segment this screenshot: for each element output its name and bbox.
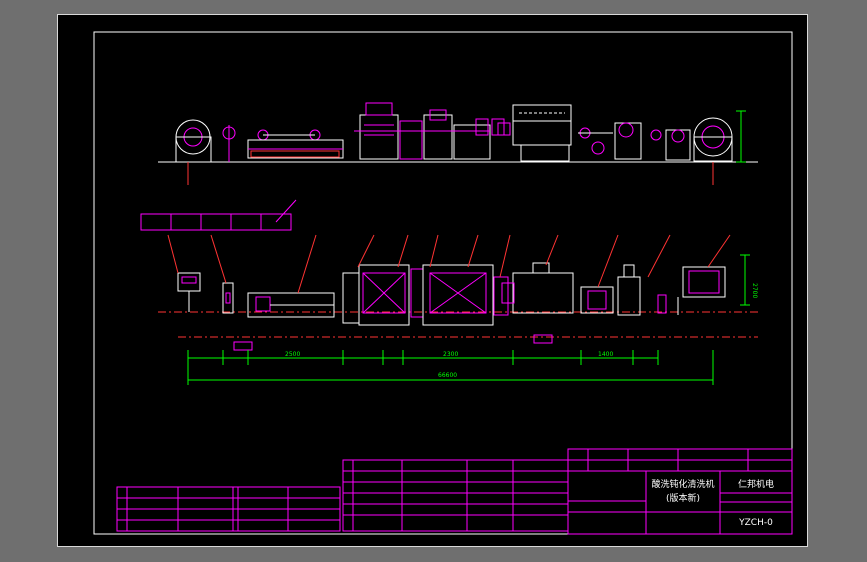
drawing-name-line2: (版本新) xyxy=(666,492,700,504)
drawing-name-line1: 酸洗钝化清洗机 xyxy=(651,478,714,490)
dimension-total-length: 66600 xyxy=(438,372,457,379)
parts-list-middle xyxy=(342,459,569,532)
drawing-sheet: 2500 2300 1400 66600 2700 酸洗钝化清洗机 (版本新) … xyxy=(57,14,808,547)
dimension-side-height: 2700 xyxy=(751,283,758,298)
parts-list-left xyxy=(116,486,341,532)
elevation-view xyxy=(158,102,758,185)
cad-drawing-canvas[interactable]: 2500 2300 1400 66600 2700 酸洗钝化清洗机 (版本新) … xyxy=(58,15,809,548)
dimension-segment-b: 2300 xyxy=(443,351,458,358)
company-name: 仁邦机电 xyxy=(738,478,774,490)
drawing-number: YZCH-0 xyxy=(738,518,773,528)
inner-border xyxy=(93,31,793,535)
dimension-segment-a: 2500 xyxy=(285,351,300,358)
plan-view xyxy=(140,199,758,351)
dimension-segment-c: 1400 xyxy=(598,351,613,358)
